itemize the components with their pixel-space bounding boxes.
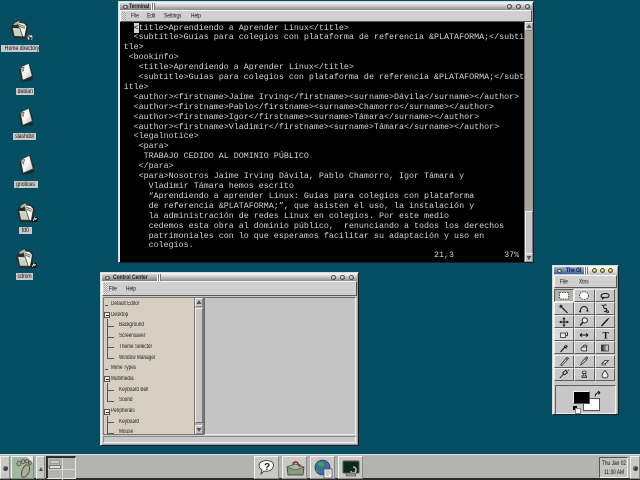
svg-text:?: ?: [264, 462, 270, 473]
svg-text:T: T: [602, 331, 609, 340]
